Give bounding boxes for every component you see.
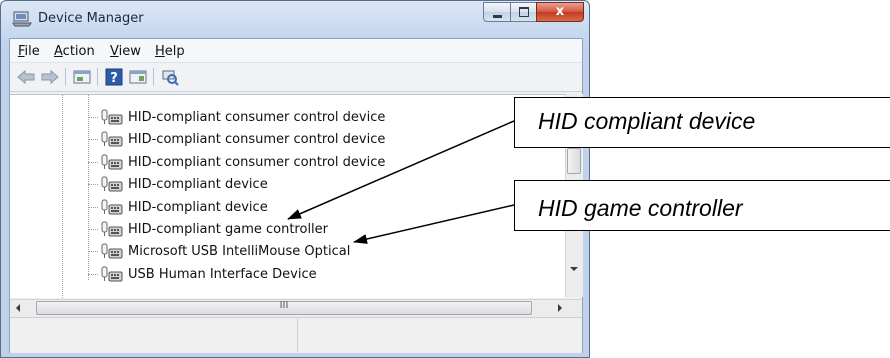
status-bar [10, 317, 582, 353]
status-pane [10, 318, 298, 352]
horizontal-scrollbar[interactable]: III [10, 299, 582, 317]
forward-arrow-icon[interactable] [40, 68, 60, 86]
svg-text:?: ? [110, 71, 118, 86]
toolbar-separator [153, 68, 154, 86]
hid-device-icon [101, 266, 123, 282]
client-area: File Action View Help ? HID-compliant co… [9, 38, 583, 353]
menu-view[interactable]: View [110, 44, 141, 59]
tree-connector [88, 184, 98, 186]
callout-hid-compliant-device: HID compliant device [514, 97, 890, 148]
horizontal-scroll-thumb[interactable]: III [36, 300, 532, 315]
maximize-button[interactable] [510, 2, 537, 22]
minimize-button[interactable] [483, 2, 511, 22]
callout-hid-game-controller: HID game controller [514, 180, 890, 231]
toolbar-separator [65, 68, 66, 86]
title-bar[interactable]: Device Manager x [1, 1, 589, 37]
window-title: Device Manager [38, 11, 144, 26]
vertical-scroll-thumb[interactable] [567, 148, 581, 174]
callout-text: HID game controller [538, 195, 743, 221]
menu-bar: File Action View Help [10, 39, 582, 63]
scan-hardware-changes-icon[interactable] [160, 68, 180, 86]
tree-connector [88, 139, 98, 141]
tree-guide-line [62, 95, 63, 298]
hid-device-icon [101, 176, 123, 192]
hid-device-icon [101, 131, 123, 147]
status-pane [298, 318, 578, 352]
hid-device-icon [101, 109, 123, 125]
menu-action[interactable]: Action [54, 44, 95, 59]
scroll-right-arrow-icon[interactable] [558, 304, 562, 312]
help-icon[interactable]: ? [104, 68, 124, 86]
toolbar-separator [97, 68, 98, 86]
scroll-grip: III [279, 300, 289, 311]
hid-device-icon [101, 221, 123, 237]
tree-connector [88, 251, 98, 253]
tree-item-label: HID-compliant consumer control device [128, 110, 386, 125]
scroll-down-arrow-icon[interactable] [570, 267, 578, 271]
menu-help[interactable]: Help [155, 44, 185, 59]
close-button[interactable]: x [536, 2, 584, 22]
tree-item-label: HID-compliant game controller [128, 222, 329, 237]
device-manager-icon [12, 11, 32, 27]
tree-connector [88, 117, 98, 118]
tree-item-label: Microsoft USB IntelliMouse Optical [128, 244, 351, 260]
tree-connector [88, 229, 98, 230]
device-tree[interactable]: HID-compliant consumer control device HID… [10, 94, 565, 298]
device-manager-window: Device Manager x File Action View Help ?… [0, 0, 590, 358]
hid-device-icon [101, 199, 123, 215]
tree-connector [88, 206, 98, 208]
scroll-left-arrow-icon[interactable] [16, 304, 20, 312]
properties-icon[interactable] [72, 68, 92, 86]
callout-text: HID compliant device [538, 108, 756, 134]
back-arrow-icon[interactable] [16, 68, 36, 86]
close-icon: x [555, 4, 565, 19]
tree-item-label: HID-compliant consumer control device [128, 132, 386, 148]
tree-item-label: HID-compliant device [128, 177, 268, 193]
tree-item-label: HID-compliant consumer control device [128, 154, 386, 170]
tree-item-label: USB Human Interface Device [128, 266, 317, 282]
hid-device-icon [101, 243, 123, 259]
hid-device-icon [101, 154, 123, 170]
tree-connector [88, 273, 98, 275]
toolbar: ? [10, 63, 582, 92]
tree-item-label: HID-compliant device [128, 199, 268, 215]
tree-connector [88, 161, 98, 163]
show-hide-console-tree-icon[interactable] [128, 68, 148, 86]
menu-file[interactable]: File [18, 44, 40, 59]
